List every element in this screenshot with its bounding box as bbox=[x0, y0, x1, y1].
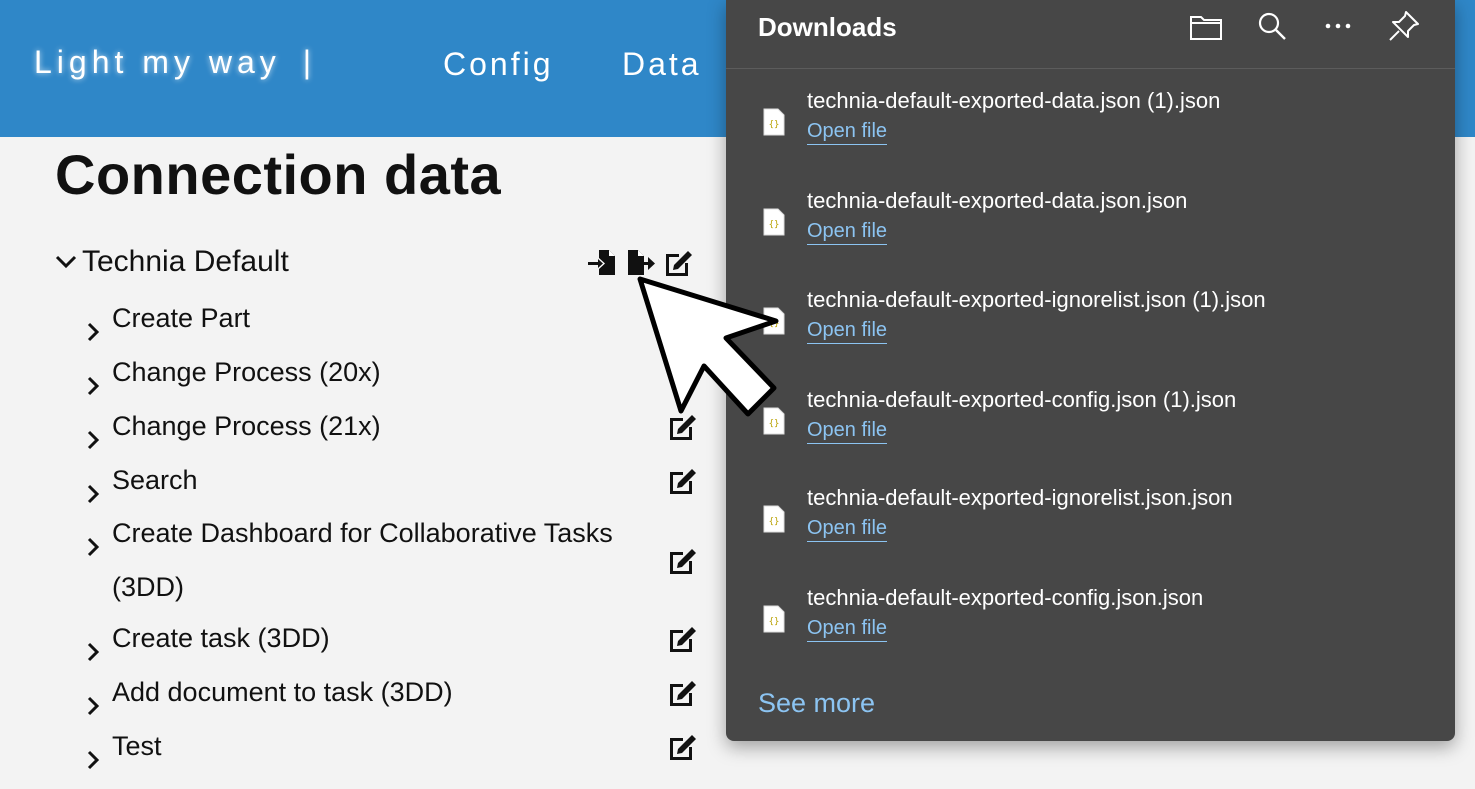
brand-logo[interactable]: Light my way | bbox=[34, 44, 316, 81]
chevron-right-icon[interactable] bbox=[84, 307, 102, 342]
see-more-link[interactable]: See more bbox=[758, 688, 875, 719]
edit-icon[interactable] bbox=[666, 730, 698, 762]
list-item-label: Change Process (21x) bbox=[112, 411, 381, 441]
edit-icon[interactable] bbox=[666, 676, 698, 708]
list-item[interactable]: Test bbox=[84, 719, 654, 773]
nav-link-config[interactable]: Config bbox=[443, 46, 554, 83]
download-item[interactable]: {} technia-default-exported-data.json.js… bbox=[726, 188, 1455, 284]
chevron-right-icon[interactable] bbox=[84, 522, 102, 557]
list-item[interactable]: Add document to task (3DD) bbox=[84, 665, 654, 719]
chevron-right-icon[interactable] bbox=[84, 735, 102, 770]
svg-text:{}: {} bbox=[769, 220, 780, 230]
svg-text:{}: {} bbox=[769, 617, 780, 627]
import-icon[interactable] bbox=[586, 246, 618, 278]
list-item[interactable]: Change Process (20x) bbox=[84, 345, 654, 399]
list-item-label: Change Process (20x) bbox=[112, 357, 381, 387]
download-filename: technia-default-exported-ignorelist.json… bbox=[807, 287, 1266, 312]
list-item-label: Create Dashboard for Collaborative Tasks… bbox=[112, 518, 613, 602]
open-file-link[interactable]: Open file bbox=[807, 517, 888, 542]
brand-separator: | bbox=[302, 44, 317, 80]
svg-text:{}: {} bbox=[769, 120, 780, 130]
download-filename: technia-default-exported-data.json (1).j… bbox=[807, 88, 1221, 113]
list-item-label: Add document to task (3DD) bbox=[112, 677, 453, 707]
download-filename: technia-default-exported-data.json.json bbox=[807, 188, 1188, 213]
chevron-down-icon[interactable] bbox=[52, 248, 80, 276]
list-item[interactable]: Change Process (21x) bbox=[84, 399, 654, 453]
download-item[interactable]: {} technia-default-exported-config.json.… bbox=[726, 585, 1455, 681]
chevron-right-icon[interactable] bbox=[84, 681, 102, 716]
downloads-header: Downloads bbox=[726, 0, 1455, 69]
open-file-link[interactable]: Open file bbox=[807, 419, 888, 444]
download-filename: technia-default-exported-ignorelist.json… bbox=[807, 485, 1233, 510]
download-filename: technia-default-exported-config.json.jso… bbox=[807, 585, 1204, 610]
group-label: Technia Default bbox=[82, 245, 289, 278]
search-icon[interactable] bbox=[1254, 8, 1290, 44]
list-item[interactable]: Search bbox=[84, 453, 654, 507]
edit-icon[interactable] bbox=[666, 544, 698, 576]
list-item[interactable]: Create Part bbox=[84, 291, 654, 345]
brand-text: Light my way bbox=[34, 44, 281, 80]
pin-icon[interactable] bbox=[1386, 8, 1422, 44]
json-file-icon: {} bbox=[763, 605, 785, 633]
edit-icon[interactable] bbox=[666, 464, 698, 496]
download-item[interactable]: {} technia-default-exported-data.json (1… bbox=[726, 88, 1455, 184]
list-item[interactable]: Create task (3DD) bbox=[84, 611, 654, 665]
mouse-pointer-icon bbox=[636, 276, 786, 426]
list-item-label: Create Part bbox=[112, 303, 251, 333]
chevron-right-icon[interactable] bbox=[84, 361, 102, 396]
chevron-right-icon[interactable] bbox=[84, 627, 102, 662]
edit-icon[interactable] bbox=[662, 246, 694, 278]
page-title: Connection data bbox=[55, 143, 502, 206]
download-item[interactable]: {} technia-default-exported-ignorelist.j… bbox=[726, 485, 1455, 581]
json-file-icon: {} bbox=[763, 505, 785, 533]
downloads-title: Downloads bbox=[758, 12, 897, 42]
export-icon[interactable] bbox=[624, 246, 656, 278]
group-technia-default[interactable]: Technia Default bbox=[52, 240, 289, 284]
svg-text:{}: {} bbox=[769, 517, 780, 527]
list-item-label: Create task (3DD) bbox=[112, 623, 330, 653]
download-item[interactable]: {} technia-default-exported-ignorelist.j… bbox=[726, 287, 1455, 383]
group-actions bbox=[586, 246, 694, 278]
open-file-link[interactable]: Open file bbox=[807, 120, 888, 145]
list-item-label: Search bbox=[112, 465, 198, 495]
chevron-right-icon[interactable] bbox=[84, 415, 102, 450]
download-filename: technia-default-exported-config.json (1)… bbox=[807, 387, 1237, 412]
open-file-link[interactable]: Open file bbox=[807, 617, 888, 642]
list-item[interactable]: Create Dashboard for Collaborative Tasks… bbox=[84, 506, 644, 614]
edit-icon[interactable] bbox=[666, 622, 698, 654]
list-item-label: Test bbox=[112, 731, 162, 761]
more-icon[interactable] bbox=[1320, 8, 1356, 44]
chevron-right-icon[interactable] bbox=[84, 469, 102, 504]
open-file-link[interactable]: Open file bbox=[807, 319, 888, 344]
json-file-icon: {} bbox=[763, 108, 785, 136]
open-file-link[interactable]: Open file bbox=[807, 220, 888, 245]
json-file-icon: {} bbox=[763, 208, 785, 236]
nav-link-data[interactable]: Data bbox=[622, 46, 702, 83]
download-item[interactable]: {} technia-default-exported-config.json … bbox=[726, 387, 1455, 483]
downloads-panel: Downloads {} technia-default-exported-da… bbox=[726, 0, 1455, 741]
folder-icon[interactable] bbox=[1188, 8, 1224, 44]
